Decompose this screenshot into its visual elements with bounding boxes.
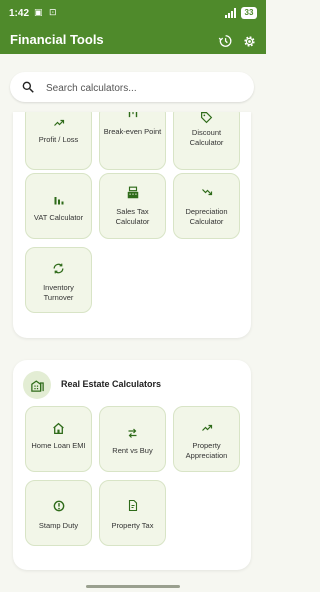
- battery-icon: 33: [241, 7, 257, 19]
- tile-label: Home Loan EMI: [31, 441, 86, 450]
- history-button[interactable]: [216, 32, 234, 50]
- tile-label: Break-even Point: [103, 127, 162, 136]
- status-bar: 1:42 ▣ ⊡ 33: [0, 0, 266, 28]
- tile-depreciation[interactable]: Depreciation Calculator: [173, 173, 240, 239]
- signal-icon: [225, 8, 236, 18]
- receipt-icon: [128, 499, 137, 512]
- trending-up-icon: [201, 424, 212, 431]
- business-calculators-card: Profit / Loss Break-even Point Discount …: [13, 112, 251, 338]
- tile-break-even[interactable]: Break-even Point: [99, 112, 166, 170]
- tile-label: Depreciation Calculator: [185, 207, 228, 226]
- tile-label: Inventory Turnover: [43, 283, 74, 302]
- tile-stamp-duty[interactable]: Stamp Duty: [25, 480, 92, 546]
- tile-label: Stamp Duty: [38, 521, 79, 530]
- tile-inventory-turnover[interactable]: Inventory Turnover: [25, 247, 92, 313]
- tile-discount[interactable]: Discount Calculator: [173, 112, 240, 170]
- tile-label: VAT Calculator: [33, 213, 84, 222]
- section-title: Real Estate Calculators: [61, 379, 162, 389]
- settings-button[interactable]: [240, 32, 258, 50]
- search-icon: [22, 81, 34, 93]
- swap-icon: [128, 428, 137, 438]
- tile-label: Rent vs Buy: [112, 446, 153, 455]
- status-right: 33: [225, 7, 257, 19]
- app-title: Financial Tools: [10, 32, 104, 47]
- section-icon-badge: [23, 371, 51, 399]
- refresh-icon: [53, 263, 64, 274]
- trending-down-icon: [201, 189, 212, 196]
- tile-property-appreciation[interactable]: Property Appreciation: [173, 406, 240, 472]
- search-bar[interactable]: [10, 72, 254, 102]
- tile-vat[interactable]: VAT Calculator: [25, 173, 92, 239]
- history-icon: [218, 35, 232, 47]
- tile-label: Sales Tax Calculator: [115, 207, 150, 226]
- app-bar: Financial Tools: [0, 28, 266, 54]
- tile-rent-vs-buy[interactable]: Rent vs Buy: [99, 406, 166, 472]
- home-icon: [53, 422, 64, 435]
- trending-up-icon: [53, 119, 64, 126]
- city-icon: [30, 379, 44, 392]
- tile-home-loan-emi[interactable]: Home Loan EMI: [25, 406, 92, 472]
- gear-icon: [243, 35, 255, 47]
- tile-label: Discount Calculator: [189, 128, 224, 147]
- home-indicator[interactable]: [86, 585, 180, 588]
- seal-icon: [53, 500, 64, 512]
- tile-profit-loss[interactable]: Profit / Loss: [25, 112, 92, 170]
- tag-icon: [201, 112, 213, 124]
- search-input[interactable]: [44, 79, 248, 97]
- notification-icons: ▣ ⊡: [34, 7, 59, 17]
- tile-label: Property Tax: [111, 521, 154, 530]
- tile-label: Profit / Loss: [38, 135, 79, 144]
- cash-register-icon: [127, 186, 138, 199]
- real-estate-card: Real Estate Calculators Home Loan EMI Re…: [13, 360, 251, 570]
- status-time: 1:42: [9, 8, 30, 19]
- bar-chart-icon: [54, 197, 63, 205]
- tile-property-tax[interactable]: Property Tax: [99, 480, 166, 546]
- tile-sales-tax[interactable]: Sales Tax Calculator: [99, 173, 166, 239]
- tile-label: Property Appreciation: [185, 441, 228, 460]
- break-even-icon: [128, 112, 137, 118]
